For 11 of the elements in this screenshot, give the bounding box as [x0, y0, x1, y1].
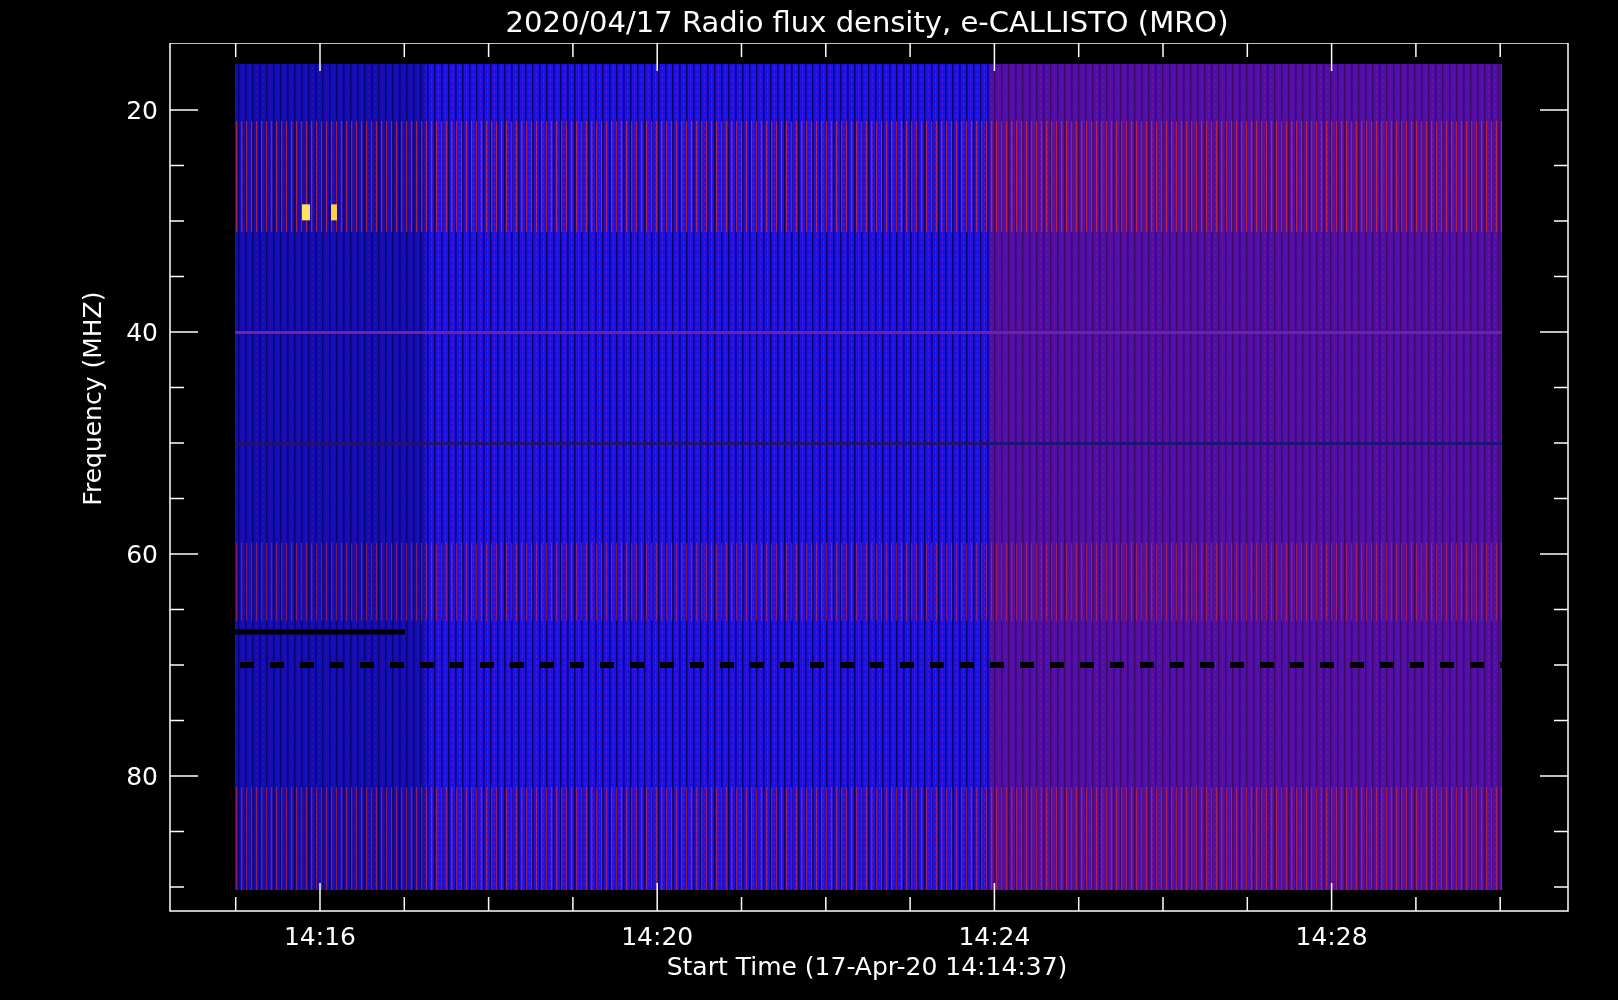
x-tick-label: 14:16: [284, 922, 356, 951]
x-tick-label: 14:20: [621, 922, 694, 951]
y-tick-label: 80: [126, 762, 158, 791]
x-tick-label: 14:28: [1295, 922, 1368, 951]
y-tick-label: 20: [126, 96, 158, 125]
x-tick-label: 14:24: [958, 922, 1031, 951]
y-tick-label: 60: [126, 540, 158, 569]
x-axis-label: Start Time (17-Apr-20 14:14:37): [666, 952, 1068, 981]
chart-title: 2020/04/17 Radio flux density, e-CALLISTO (MRO): [505, 4, 1229, 39]
y-tick-label: 40: [126, 318, 158, 347]
y-axis-label: Frequency (MHZ): [78, 291, 107, 506]
